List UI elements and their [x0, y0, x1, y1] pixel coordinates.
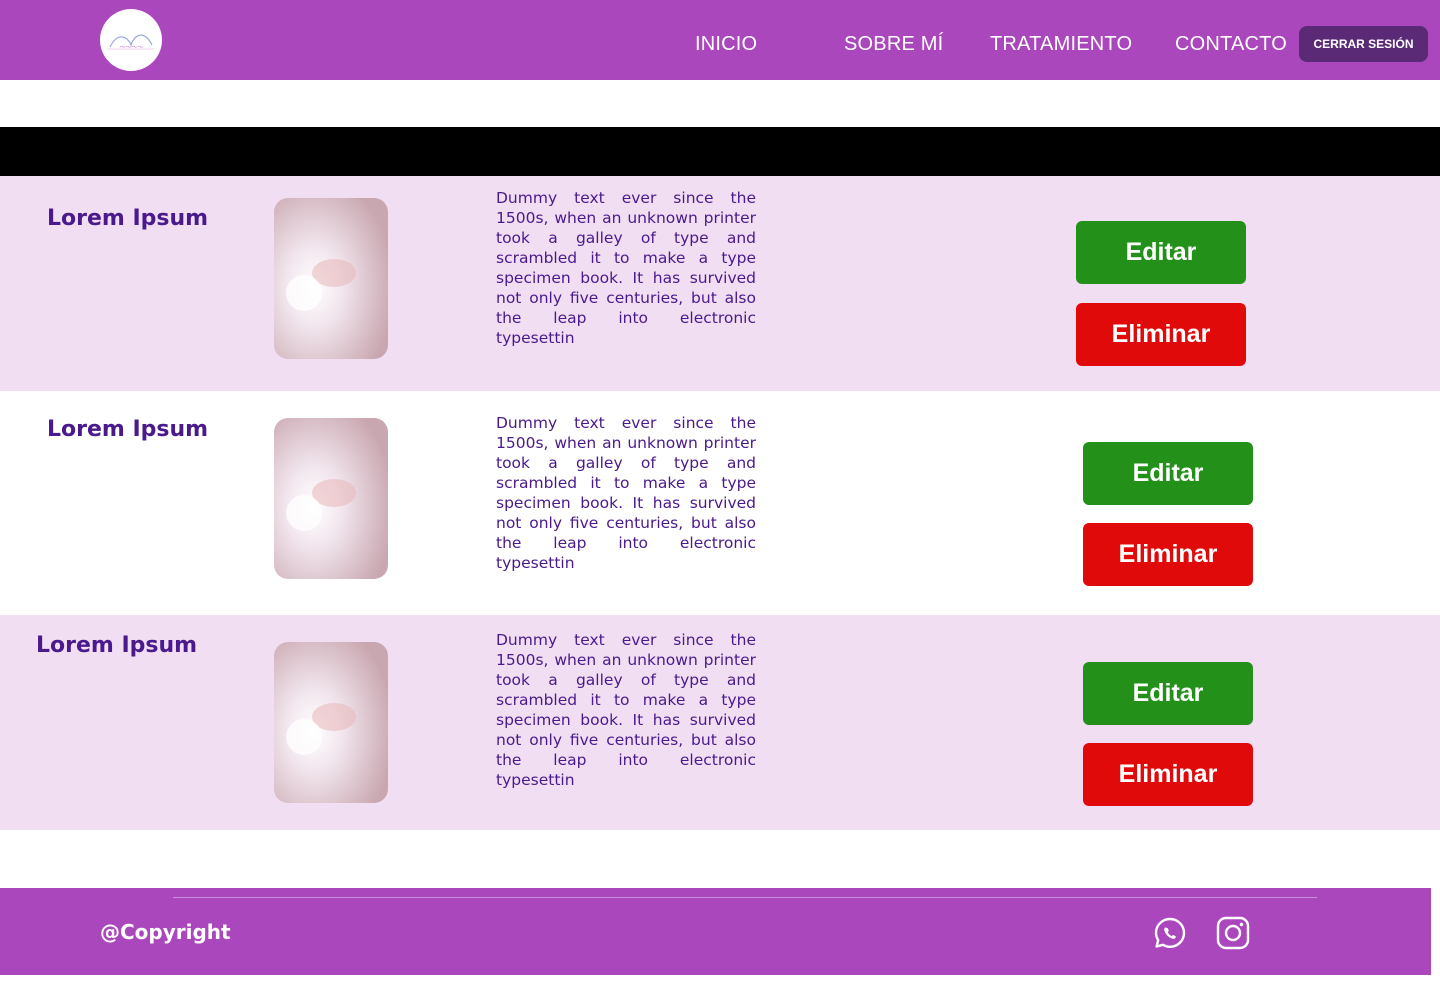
nav-tratamiento[interactable]: TRATAMIENTO — [990, 33, 1132, 56]
logout-button[interactable]: CERRAR SESIÓN — [1299, 26, 1428, 62]
item-image — [274, 198, 388, 359]
item-title: Lorem Ipsum — [47, 417, 209, 442]
instagram-icon[interactable] — [1215, 915, 1251, 951]
top-navbar: ～～～～ INICIO SOBRE MÍ TRATAMIENTO CONTACT… — [0, 0, 1440, 80]
copyright-text: @Copyright — [100, 920, 231, 944]
svg-text:～～～～: ～～～～ — [119, 44, 144, 51]
item-title: Lorem Ipsum — [47, 206, 209, 231]
nav-inicio[interactable]: INICIO — [695, 33, 757, 56]
footer: @Copyright — [0, 888, 1431, 975]
nav-contacto[interactable]: CONTACTO — [1175, 33, 1287, 56]
delete-button[interactable]: Eliminar — [1083, 743, 1253, 806]
list-item: Lorem Ipsum Dummy text ever since the 15… — [0, 176, 1440, 391]
item-image — [274, 418, 388, 579]
list-item: Lorem Ipsum Dummy text ever since the 15… — [0, 615, 1440, 830]
item-image — [274, 642, 388, 803]
nav-sobre-mi[interactable]: SOBRE MÍ — [844, 33, 943, 56]
item-description: Dummy text ever since the 1500s, when an… — [496, 631, 756, 789]
footer-divider — [173, 897, 1317, 898]
edit-button[interactable]: Editar — [1083, 662, 1253, 725]
delete-button[interactable]: Eliminar — [1076, 303, 1246, 366]
item-description: Dummy text ever since the 1500s, when an… — [496, 414, 756, 572]
item-title: Lorem Ipsum — [36, 633, 198, 658]
butterfly-logo-icon[interactable]: ～～～～ — [100, 9, 162, 71]
list-item: Lorem Ipsum Dummy text ever since the 15… — [0, 391, 1440, 615]
whatsapp-icon[interactable] — [1152, 915, 1188, 951]
delete-button[interactable]: Eliminar — [1083, 523, 1253, 586]
edit-button[interactable]: Editar — [1083, 442, 1253, 505]
item-description: Dummy text ever since the 1500s, when an… — [496, 189, 756, 347]
black-banner — [0, 127, 1440, 176]
edit-button[interactable]: Editar — [1076, 221, 1246, 284]
